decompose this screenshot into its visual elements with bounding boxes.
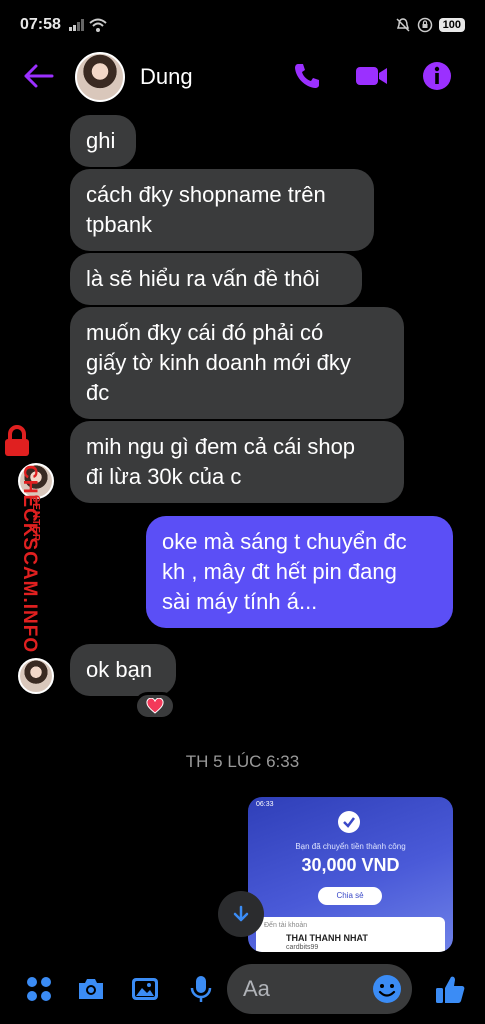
composer-bar <box>0 962 485 1018</box>
message-text-line: ghi <box>86 128 116 153</box>
attachment-recipient-sub: cardbits99 <box>286 944 319 951</box>
watermark-text: CHECKSCAM.INFO <box>19 465 40 654</box>
status-bar: 07:58 100 <box>0 0 485 50</box>
attachment-to-label: Đến tài khoản <box>264 922 308 929</box>
attachment-share-button: Chia sẻ <box>318 887 382 905</box>
microphone-icon[interactable] <box>186 974 216 1004</box>
watermark: CHECKSCAM.INFO CENTER <box>0 425 52 655</box>
conversation-header: Dung <box>0 50 485 102</box>
heart-icon <box>146 698 164 714</box>
message-bubble-incoming[interactable]: cách đky shopname trên tpbank <box>70 169 374 251</box>
attachment-recipient-name: THAI THANH NHAT <box>286 933 368 943</box>
gallery-icon[interactable] <box>130 974 160 1004</box>
battery-indicator: 100 <box>438 18 465 32</box>
status-time: 07:58 <box>20 16 61 33</box>
phone-call-icon[interactable] <box>290 60 324 92</box>
camera-icon[interactable] <box>76 974 106 1004</box>
status-right-icons: 100 <box>395 17 465 33</box>
message-text-line: đc <box>86 380 110 405</box>
message-bubble-incoming[interactable]: là sẽ hiểu ra vấn đề thôi <box>70 253 362 305</box>
message-input[interactable] <box>243 975 363 1003</box>
message-bubble-outgoing[interactable]: oke mà sáng t chuyển đc kh , mây đt hết … <box>146 516 453 628</box>
wifi-icon <box>89 18 107 32</box>
mute-bell-icon <box>396 18 410 32</box>
attachment-status-time: 06:33 <box>256 801 274 808</box>
info-icon[interactable] <box>420 60 454 92</box>
attachment-amount: 30,000 VND <box>301 855 400 875</box>
message-text-line: oke mà sáng t chuyển đc <box>162 529 407 554</box>
status-left-icons <box>68 18 107 32</box>
apps-grid-icon[interactable] <box>24 974 54 1004</box>
message-text-line: là sẽ hiểu ra vấn đề thôi <box>86 266 320 291</box>
attachment-recipient-card: Đến tài khoản THAI THANH NHAT cardbits99 <box>256 917 445 952</box>
vpn-lock-icon <box>417 17 432 33</box>
message-bubble-incoming[interactable]: ghi <box>70 115 136 167</box>
message-bubble-incoming[interactable]: ok bạn <box>70 644 176 696</box>
watermark-subtext: CENTER <box>30 495 41 543</box>
message-text-line: kh , mây đt hết pin đang <box>162 559 397 584</box>
thumbs-up-icon[interactable] <box>434 974 466 1006</box>
message-text-line: tpbank <box>86 212 153 237</box>
message-text-line: đi lừa 30k của c <box>86 464 242 489</box>
message-bubble-incoming[interactable]: muốn đky cái đó phải có giấy tờ kinh doa… <box>70 307 404 419</box>
message-text-line: mih ngu gì đem cả cái shop <box>86 434 356 459</box>
back-arrow-icon[interactable] <box>22 62 54 90</box>
scroll-to-bottom-button[interactable] <box>218 891 264 937</box>
success-check-icon <box>338 811 360 833</box>
signal-icon <box>68 19 84 31</box>
message-text-line: cách đky shopname trên <box>86 182 326 207</box>
image-attachment[interactable]: 06:33 Bạn đã chuyển tiền thành công 30,0… <box>248 797 453 952</box>
message-text-line: sài máy tính á... <box>162 589 318 614</box>
message-bubble-incoming[interactable]: mih ngu gì đem cả cái shop đi lừa 30k củ… <box>70 421 404 503</box>
arrow-down-icon <box>233 905 249 922</box>
video-call-icon[interactable] <box>354 60 388 92</box>
message-text-line: ok bạn <box>86 657 153 682</box>
heart-reaction[interactable] <box>134 692 176 720</box>
lock-icon <box>5 425 29 456</box>
message-text-line: giấy tờ kinh doanh mới đky <box>86 350 351 375</box>
contact-name[interactable]: Dung <box>140 64 193 90</box>
message-timestamp: TH 5 LÚC 6:33 <box>185 752 300 771</box>
contact-avatar-small[interactable] <box>18 658 54 694</box>
contact-avatar[interactable] <box>75 52 125 102</box>
attachment-success-text: Bạn đã chuyển tiền thành công <box>295 842 406 851</box>
message-composer[interactable] <box>227 964 412 1014</box>
message-text-line: muốn đky cái đó phải có <box>86 320 324 345</box>
emoji-icon[interactable] <box>372 974 402 1004</box>
